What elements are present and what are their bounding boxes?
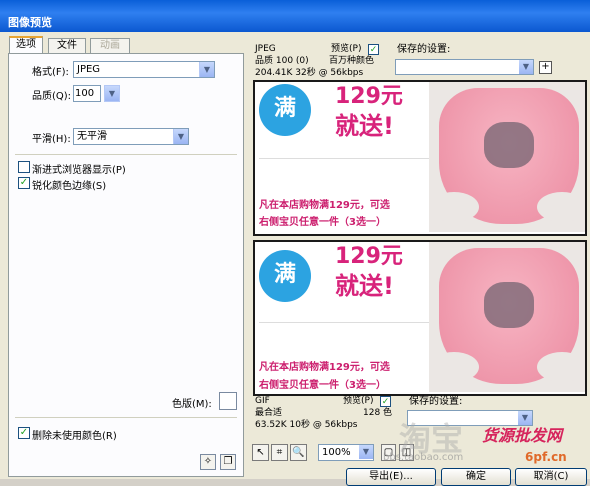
progressive-label: 渐进式浏览器显示(P) — [32, 165, 126, 176]
options-panel: 选项 文件 动画 格式(F): JPEG ▼ 品质(Q): 100 ▼ 平滑(H… — [0, 32, 247, 479]
top-quality: 品质 100 (0) — [255, 56, 309, 66]
zoom-tool-icon[interactable]: 🔍 — [290, 444, 307, 461]
smoothing-select[interactable]: 无平滑 ▼ — [73, 128, 189, 145]
quality-value: 100 — [75, 88, 95, 99]
divider — [259, 158, 429, 159]
crop-tool-icon[interactable]: ⌗ — [271, 444, 288, 461]
format-select[interactable]: JPEG ▼ — [73, 61, 215, 78]
bottom-colors: 128 色 — [363, 408, 393, 418]
chevron-down-icon: ▼ — [105, 86, 119, 101]
tab-options[interactable]: 选项 — [9, 36, 43, 54]
top-colors: 百万种颜色 — [329, 56, 375, 66]
ad-line1: 凡在本店购物满129元，可选 — [259, 200, 390, 211]
divider — [15, 417, 237, 418]
ad-send: 就送! — [335, 272, 394, 300]
window-title: 图像预览 — [8, 16, 52, 29]
remove-unused-label: 删除未使用颜色(R) — [32, 431, 117, 442]
matte-color-swatch[interactable] — [219, 392, 237, 410]
bottom-preview-checkbox[interactable]: ✓ — [380, 396, 391, 407]
product-image — [429, 242, 585, 392]
top-preview-image[interactable]: 满 129元 就送! 凡在本店购物满129元，可选 右侧宝贝任意一件（3选一） — [253, 80, 587, 236]
top-saved-settings-select[interactable]: ▼ — [395, 59, 534, 75]
matte-label: 色版(M): — [172, 399, 212, 410]
options-tab-pane: 格式(F): JPEG ▼ 品质(Q): 100 ▼ 平滑(H): 无平滑 ▼ … — [8, 53, 244, 477]
format-value: JPEG — [77, 64, 101, 75]
chevron-down-icon: ▼ — [173, 129, 188, 144]
sharpen-label: 锐化颜色边缘(S) — [32, 181, 107, 192]
ad-line1: 凡在本店购物满129元，可选 — [259, 362, 390, 373]
ad-send: 就送! — [335, 112, 394, 140]
smoothing-label: 平滑(H): — [32, 134, 71, 145]
top-preview-label: 预览(P) — [331, 44, 362, 54]
image-preview-window: 图像预览 选项 文件 动画 格式(F): JPEG ▼ 品质(Q): 100 ▼… — [0, 0, 590, 486]
title-bar[interactable]: 图像预览 — [0, 0, 590, 32]
progressive-checkbox[interactable] — [18, 161, 30, 173]
ad-line2: 右侧宝贝任意一件（3选一） — [259, 380, 386, 391]
watermark-site-name: 货源批发网 — [482, 426, 563, 445]
cancel-button[interactable]: 取消(C) — [515, 468, 587, 486]
top-format: JPEG — [255, 44, 276, 54]
top-size: 204.41K 32秒 @ 56kbps — [255, 68, 364, 78]
ad-banner: 满 129元 就送! 凡在本店购物满129元，可选 右侧宝贝任意一件（3选一） — [255, 82, 585, 232]
smoothing-value: 无平滑 — [77, 131, 107, 142]
bottom-preview-image[interactable]: 满 129元 就送! 凡在本店购物满129元，可选 右侧宝贝任意一件（3选一） — [253, 240, 587, 396]
bottom-saved-settings-label: 保存的设置: — [409, 396, 463, 407]
divider — [15, 154, 237, 155]
quality-label: 品质(Q): — [32, 91, 72, 102]
ad-circle: 满 — [259, 84, 311, 136]
magic-wand-icon[interactable]: ✧ — [200, 454, 216, 470]
zoom-select[interactable]: 100% ▼ — [318, 444, 374, 461]
ad-banner: 满 129元 就送! 凡在本店购物满129元，可选 右侧宝贝任意一件（3选一） — [255, 242, 585, 392]
ok-button[interactable]: 确定 — [441, 468, 511, 486]
export-button[interactable]: 导出(E)... — [346, 468, 436, 486]
divider — [259, 322, 429, 323]
top-preview-checkbox[interactable]: ✓ — [368, 44, 379, 55]
preview-panel: JPEG 预览(P) ✓ 品质 100 (0) 百万种颜色 204.41K 32… — [249, 32, 590, 486]
quality-slider-toggle[interactable]: ▼ — [104, 85, 120, 102]
watermark-domain: 6pf.cn — [525, 450, 567, 464]
tab-animation[interactable]: 动画 — [90, 38, 130, 54]
ad-line2: 右侧宝贝任意一件（3选一） — [259, 217, 386, 228]
pointer-tool-icon[interactable]: ↖ — [252, 444, 269, 461]
quality-input[interactable]: 100 — [73, 85, 101, 102]
copy-icon[interactable]: ❐ — [220, 454, 236, 470]
add-icon[interactable]: + — [539, 61, 552, 74]
bottom-format: GIF — [255, 396, 270, 406]
watermark-url: bbs.taobao.com — [383, 452, 464, 463]
format-label: 格式(F): — [32, 67, 69, 78]
chevron-down-icon: ▼ — [199, 62, 214, 77]
sharpen-checkbox[interactable]: ✓ — [18, 177, 30, 189]
chevron-down-icon: ▼ — [519, 60, 533, 74]
bottom-quality: 最合适 — [255, 408, 283, 418]
product-image — [429, 82, 585, 232]
bottom-preview-label: 预览(P) — [343, 396, 374, 406]
ad-circle: 满 — [259, 250, 311, 302]
bottom-size: 63.52K 10秒 @ 56kbps — [255, 420, 358, 430]
tab-file[interactable]: 文件 — [48, 38, 86, 54]
top-saved-settings-label: 保存的设置: — [397, 44, 451, 55]
remove-unused-checkbox[interactable]: ✓ — [18, 427, 30, 439]
chevron-down-icon: ▼ — [359, 445, 373, 459]
zoom-value: 100% — [322, 447, 351, 458]
